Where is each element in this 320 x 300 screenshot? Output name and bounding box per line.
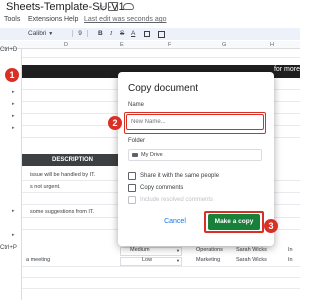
step-3-marker: 3	[264, 219, 278, 233]
font-name: Calibri	[28, 30, 47, 37]
chevron-right-icon[interactable]: ▸	[12, 125, 15, 131]
grid-line	[22, 288, 300, 289]
grid-line	[22, 277, 300, 278]
bold-button[interactable]: B	[98, 30, 103, 37]
menu-extensions[interactable]: Extensions	[28, 16, 62, 23]
share-label: Share it with the same people	[140, 173, 220, 179]
make-a-copy-button[interactable]: Make a copy	[208, 214, 260, 230]
column-header[interactable]: D	[64, 42, 68, 48]
chevron-right-icon[interactable]: ▸	[12, 232, 15, 238]
menu-bar: Tools Extensions Help Last edit was seco…	[0, 15, 300, 27]
borders-icon[interactable]	[158, 31, 165, 38]
name-field-highlight	[124, 112, 266, 134]
font-select[interactable]: Calibri ▼	[28, 30, 68, 37]
column-header-row: D E F G H	[0, 41, 300, 49]
grid-line	[22, 57, 300, 58]
shortcut-panel: Ctrl+D ▸ ▸ ▸ ▸ ▸ ▸ Ctrl+P	[0, 47, 22, 300]
step-1-marker: 1	[5, 68, 19, 82]
chevron-right-icon[interactable]: ▸	[12, 113, 15, 119]
dropdown-caret-icon[interactable]: ▼	[176, 248, 180, 253]
banner-text: for more	[273, 66, 300, 73]
priority-value: Medium	[130, 247, 150, 253]
name-label: Name	[128, 102, 145, 108]
shortcut-label: Ctrl+D	[0, 47, 18, 53]
department-value: Marketing	[196, 257, 221, 263]
grid-line	[22, 266, 300, 267]
star-icon[interactable]: ☆	[96, 1, 106, 14]
caret-down-icon: ▼	[48, 31, 54, 37]
dropdown-caret-icon[interactable]: ▼	[176, 258, 180, 263]
column-header[interactable]: H	[270, 42, 274, 48]
move-folder-icon[interactable]	[108, 2, 118, 11]
row-description[interactable]: some suggestions from IT.	[30, 209, 94, 215]
folder-label: Folder	[128, 138, 146, 144]
chevron-right-icon[interactable]: ▸	[12, 89, 15, 95]
row-description: a meeting	[26, 257, 51, 263]
strikethrough-button[interactable]: S	[120, 30, 124, 37]
status-cell: In	[288, 257, 293, 263]
share-checkbox[interactable]	[128, 172, 136, 180]
text-color-button[interactable]: A	[131, 30, 135, 37]
title-bar: Sheets-Template-SU-V1 ☆	[0, 0, 300, 16]
folder-icon	[132, 153, 138, 157]
folder-picker[interactable]: My Drive	[128, 149, 262, 161]
table-row[interactable]: a meeting Low ▼ Marketing Sarah Wicks In	[22, 256, 300, 266]
chevron-right-icon[interactable]: ▸	[12, 208, 15, 214]
row-description[interactable]: s not urgent.	[30, 184, 61, 190]
formatting-toolbar: Calibri ▼ 9 B I S A	[0, 28, 300, 40]
assignee-value: Sarah Wicks	[236, 247, 267, 253]
row-description[interactable]: issue will be handled by IT.	[30, 172, 95, 178]
resolved-comments-checkbox	[128, 196, 136, 204]
cancel-button[interactable]: Cancel	[160, 215, 190, 229]
resolved-comments-label: Include resolved comments	[140, 197, 214, 203]
column-header[interactable]: E	[120, 42, 124, 48]
table-row[interactable]: Medium ▼ Operations Sarah Wicks In	[22, 246, 300, 256]
dialog-title: Copy document	[128, 83, 199, 94]
menu-help[interactable]: Help	[64, 16, 78, 23]
spreadsheet-page: Sheets-Template-SU-V1 ☆ Tools Extensions…	[0, 0, 300, 300]
last-edit-link[interactable]: Last edit was seconds ago	[84, 16, 167, 23]
status-cell: In	[288, 247, 293, 253]
priority-value: Low	[142, 257, 153, 263]
folder-name: My Drive	[141, 152, 163, 158]
shortcut-label: Ctrl+P	[0, 245, 17, 251]
menu-tools[interactable]: Tools	[4, 16, 20, 23]
cloud-status-icon	[123, 3, 134, 10]
copy-document-dialog: Copy document Name Folder My Drive Share…	[118, 72, 274, 246]
step-2-marker: 2	[108, 116, 122, 130]
copy-comments-label: Copy comments	[140, 185, 184, 191]
chevron-right-icon[interactable]: ▸	[12, 101, 15, 107]
description-header: DESCRIPTION	[52, 157, 94, 163]
department-value: Operations	[196, 247, 223, 253]
copy-comments-checkbox[interactable]	[128, 184, 136, 192]
column-header[interactable]: F	[168, 42, 171, 48]
document-title[interactable]: Sheets-Template-SU-V1	[6, 1, 125, 13]
assignee-value: Sarah Wicks	[236, 257, 267, 263]
font-size-input[interactable]: 9	[72, 30, 88, 37]
column-header[interactable]: G	[222, 42, 226, 48]
fill-color-icon[interactable]	[144, 31, 150, 37]
italic-button[interactable]: I	[110, 30, 112, 37]
